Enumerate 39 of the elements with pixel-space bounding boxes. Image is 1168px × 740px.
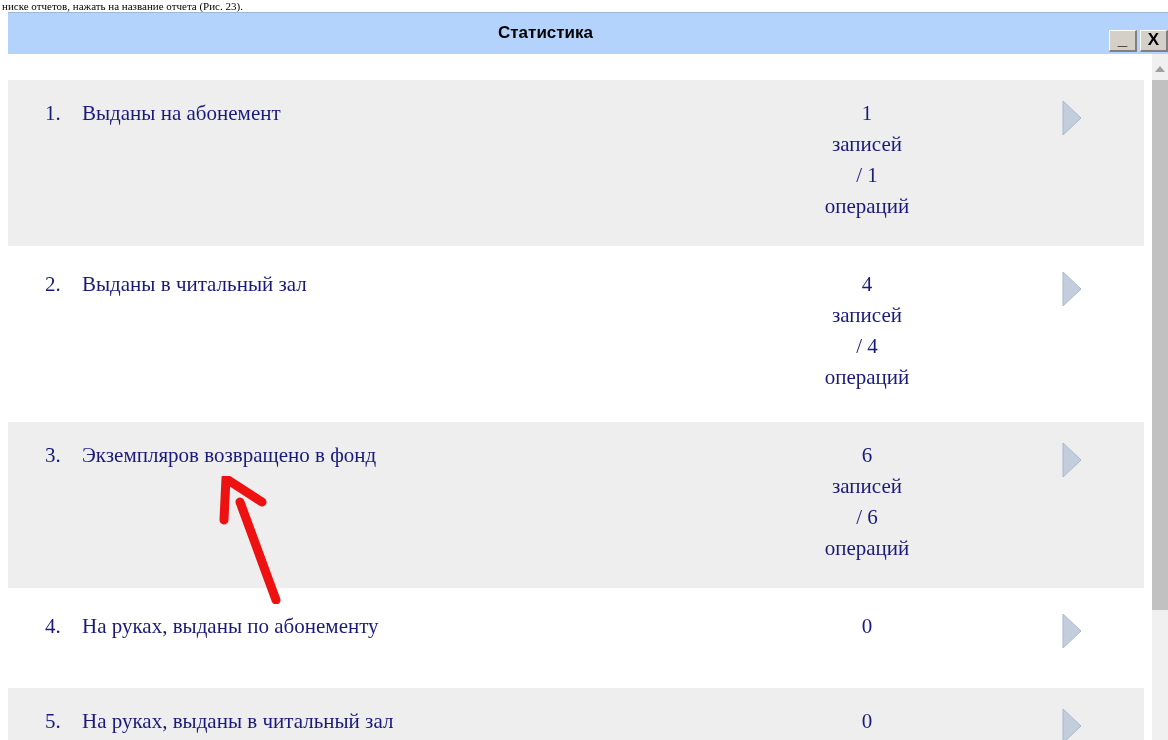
close-button[interactable]: X bbox=[1140, 29, 1168, 52]
expand-arrow-icon[interactable] bbox=[1062, 442, 1082, 478]
minimize-button[interactable]: _ bbox=[1109, 29, 1137, 52]
expand-arrow-icon[interactable] bbox=[1062, 100, 1082, 136]
report-row[interactable]: 1. Выданы на абонемент 1 записей / 1 операций bbox=[8, 80, 1144, 246]
report-count: / 4 bbox=[856, 333, 878, 360]
report-count: 0 bbox=[861, 613, 873, 640]
expand-arrow-icon[interactable] bbox=[1062, 613, 1082, 649]
report-link[interactable]: Экземпляров возвращено в фонд bbox=[82, 440, 782, 471]
window-title: Статистика bbox=[498, 22, 594, 44]
scrollbar[interactable] bbox=[1152, 54, 1168, 740]
report-count: операций bbox=[824, 364, 910, 391]
report-number: 4. bbox=[45, 613, 62, 640]
report-count: записей bbox=[832, 302, 902, 329]
report-count: записей bbox=[832, 131, 902, 158]
report-count: 0 bbox=[861, 708, 873, 735]
report-row[interactable]: 5. На руках, выданы в читальный зал 0 bbox=[8, 688, 1144, 740]
report-count: операций bbox=[824, 535, 910, 562]
report-link[interactable]: Выданы в читальный зал bbox=[82, 269, 782, 300]
scrollbar-thumb[interactable] bbox=[1152, 80, 1168, 610]
report-number: 2. bbox=[45, 271, 62, 298]
expand-arrow-icon[interactable] bbox=[1062, 708, 1082, 740]
report-count: 6 bbox=[861, 442, 873, 469]
report-count: записей bbox=[832, 473, 902, 500]
report-count: / 6 bbox=[856, 504, 878, 531]
document-text: ниске отчетов, нажать на название отчета (Рис. 23). bbox=[2, 0, 243, 12]
scroll-up-icon[interactable] bbox=[1155, 66, 1165, 72]
report-count: 1 bbox=[861, 100, 873, 127]
report-number: 3. bbox=[45, 442, 62, 469]
report-count: операций bbox=[824, 193, 910, 220]
report-link[interactable]: На руках, выданы в читальный зал bbox=[82, 706, 782, 737]
report-row[interactable]: 3. Экземпляров возвращено в фонд 6 записей / 6 операций bbox=[8, 422, 1144, 588]
report-count: / 1 bbox=[856, 162, 878, 189]
report-count: 4 bbox=[861, 271, 873, 298]
report-number: 5. bbox=[45, 708, 62, 735]
expand-arrow-icon[interactable] bbox=[1062, 271, 1082, 307]
report-number: 1. bbox=[45, 100, 62, 127]
report-link[interactable]: Выданы на абонемент bbox=[82, 98, 782, 129]
report-link[interactable]: На руках, выданы по абонементу bbox=[82, 611, 782, 642]
